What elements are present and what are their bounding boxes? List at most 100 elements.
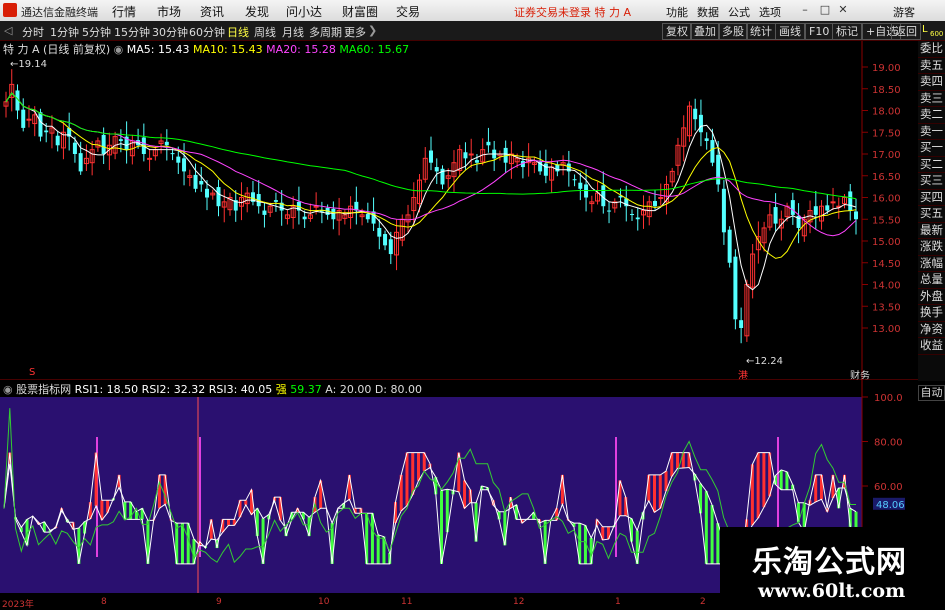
- price-tick-label: 16.00: [872, 194, 901, 205]
- app-logo-icon: [3, 3, 17, 17]
- ma60-label: MA60: 15.67: [339, 43, 410, 56]
- menu-options[interactable]: 选项: [759, 4, 781, 20]
- period-tick[interactable]: 分时: [22, 24, 44, 40]
- quote-item[interactable]: 买一: [918, 140, 945, 157]
- quote-item[interactable]: 卖三: [918, 91, 945, 107]
- tool-f10[interactable]: F10: [805, 23, 834, 40]
- title-bar: 通达信金融终端 行情 市场 资讯 发现 问小达 财富圈 交易 证券交易未登录 特…: [0, 0, 945, 22]
- candle-body: [825, 205, 830, 211]
- quote-item[interactable]: 涨跌: [918, 239, 945, 256]
- corner-l: L: [922, 24, 928, 35]
- low-value: 12.24: [754, 356, 784, 367]
- period-30min[interactable]: 30分钟: [152, 24, 188, 40]
- quote-item[interactable]: 涨幅: [918, 256, 945, 272]
- menu-function[interactable]: 功能: [666, 4, 688, 20]
- candle-body: [101, 134, 106, 154]
- price-chart[interactable]: 19.00 18.50 18.00 17.50 17.00 16.50 16.00 15.50…: [0, 41, 918, 379]
- period-15min[interactable]: 15分钟: [114, 24, 150, 40]
- tool-mark[interactable]: 标记: [832, 23, 862, 40]
- date-tick: 1: [615, 597, 621, 607]
- menu-trade[interactable]: 交易: [396, 3, 420, 20]
- period-toolbar: ◁ 分时 1分钟 5分钟 15分钟 30分钟 60分钟 日线 周线 月线 多周期…: [0, 21, 945, 41]
- strong-tag: 强: [275, 383, 287, 396]
- candles: [3, 69, 858, 344]
- menu-news[interactable]: 资讯: [200, 3, 224, 20]
- candle-body: [486, 141, 491, 146]
- period-day[interactable]: 日线: [227, 24, 249, 40]
- menu-market[interactable]: 行情: [112, 3, 136, 20]
- tool-draw[interactable]: 画线: [775, 23, 805, 40]
- candle-body: [199, 180, 204, 185]
- quote-item[interactable]: 买五: [918, 206, 945, 223]
- quote-item[interactable]: 卖五: [918, 58, 945, 74]
- candle-body: [429, 150, 433, 163]
- quote-item[interactable]: 总量: [918, 272, 945, 289]
- maximize-icon[interactable]: □: [818, 3, 832, 17]
- tool-multi[interactable]: 多股: [718, 23, 748, 40]
- more-arrow-icon[interactable]: ❯: [368, 24, 377, 37]
- corner-sub: 600: [930, 30, 944, 38]
- candle-body: [118, 139, 123, 141]
- ma5-label: MA5: 15.43: [126, 43, 190, 56]
- candle-body: [262, 210, 267, 215]
- menu-formula[interactable]: 公式: [728, 4, 750, 20]
- menu-data[interactable]: 数据: [697, 4, 719, 20]
- tool-overlay[interactable]: 叠加: [690, 23, 720, 40]
- quote-item[interactable]: 卖一: [918, 124, 945, 140]
- ind-current-value: 48.06: [876, 500, 905, 511]
- auto-button[interactable]: 自动: [918, 385, 945, 401]
- high-marker: ←19.14: [10, 59, 48, 70]
- low-marker: ←12.24: [746, 356, 784, 367]
- indicator-toggle-icon[interactable]: ◉: [3, 383, 13, 396]
- quote-item[interactable]: 委比: [918, 41, 945, 58]
- quote-item[interactable]: 买三: [918, 173, 945, 190]
- minimize-icon[interactable]: –: [798, 3, 812, 17]
- menu-discover[interactable]: 发现: [245, 3, 269, 20]
- candle-body: [555, 164, 560, 172]
- menu-exchange[interactable]: 市场: [157, 3, 181, 20]
- date-tick: 11: [401, 597, 413, 607]
- candle-body: [854, 211, 858, 220]
- quote-item[interactable]: 收益: [918, 338, 945, 355]
- close-icon[interactable]: ✕: [836, 3, 850, 17]
- high-value: 19.14: [18, 59, 48, 70]
- candle-body: [652, 200, 657, 207]
- period-1min[interactable]: 1分钟: [50, 24, 79, 40]
- price-tick-label: 13.00: [872, 324, 901, 335]
- quote-item[interactable]: 净资: [918, 322, 945, 338]
- candle-body: [607, 210, 612, 212]
- quote-item[interactable]: 换手: [918, 305, 945, 322]
- period-week[interactable]: 周线: [254, 24, 276, 40]
- candle-body: [739, 320, 744, 328]
- period-60min[interactable]: 60分钟: [189, 24, 225, 40]
- tool-stats[interactable]: 统计: [746, 23, 776, 40]
- date-tick: 2023年: [2, 600, 34, 610]
- candle-body: [55, 135, 60, 146]
- period-month[interactable]: 月线: [282, 24, 304, 40]
- menu-xiaoda[interactable]: 问小达: [286, 3, 322, 20]
- price-tick-label: 14.00: [872, 281, 901, 292]
- guest-label[interactable]: 游客: [893, 4, 915, 20]
- period-more[interactable]: 更多: [344, 24, 366, 40]
- quote-item[interactable]: 卖二: [918, 107, 945, 124]
- quote-item[interactable]: 买四: [918, 190, 945, 206]
- candle-body: [377, 227, 382, 237]
- quote-item[interactable]: 最新: [918, 223, 945, 239]
- nav-left-icon[interactable]: ◁: [4, 24, 12, 37]
- quote-item[interactable]: 卖四: [918, 74, 945, 91]
- quote-item[interactable]: 外盘: [918, 289, 945, 305]
- candle-body: [164, 141, 169, 146]
- date-tick: 8: [101, 597, 107, 607]
- indicator-name[interactable]: 股票指标网: [16, 383, 71, 396]
- period-multi[interactable]: 多周期: [309, 24, 342, 40]
- candle-body: [710, 140, 715, 163]
- menu-wealth[interactable]: 财富圈: [342, 3, 378, 20]
- period-5min[interactable]: 5分钟: [82, 24, 111, 40]
- quote-panel: 委比 卖五 卖四 卖三 卖二 卖一 买一 买二 买三 买四 买五 最新 涨跌 涨…: [918, 41, 945, 381]
- ma-toggle-icon[interactable]: ◉: [114, 43, 124, 56]
- d-label: D: 80.00: [374, 383, 422, 396]
- tool-back[interactable]: 返回: [891, 23, 921, 40]
- quote-item[interactable]: 买二: [918, 157, 945, 173]
- indicator-grid: 100.080.0060.0040.0048.06: [862, 393, 905, 538]
- tool-adjust[interactable]: 复权: [662, 23, 692, 40]
